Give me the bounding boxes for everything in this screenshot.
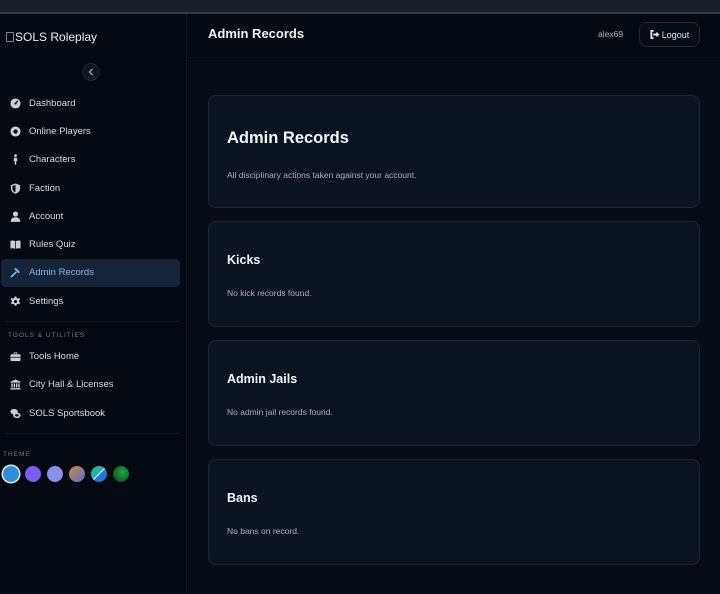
sidebar-item-label: SOLS Sportsbook <box>29 407 106 419</box>
logout-label: Logout <box>661 29 690 40</box>
logout-icon <box>650 30 659 39</box>
bans-card: Bans No bans on record. <box>208 459 700 565</box>
logout-button[interactable]: Logout <box>639 22 700 47</box>
sidebar-item-admin-records[interactable]: Admin Records <box>1 258 180 288</box>
username: alex69 <box>598 29 624 39</box>
admin-jails-heading: Admin Jails <box>227 372 298 386</box>
sidebar-item-faction[interactable]: Faction <box>0 174 186 202</box>
gavel-icon <box>9 267 21 279</box>
admin-jails-card: Admin Jails No admin jail records found. <box>208 340 700 446</box>
sidebar-item-tools-home[interactable]: Tools Home <box>0 342 186 370</box>
gear-icon <box>9 295 21 307</box>
sidebar-item-label: Account <box>29 210 64 222</box>
theme-swatches <box>3 466 129 482</box>
sidebar-item-rules-quiz[interactable]: Rules Quiz <box>0 230 186 258</box>
sidebar-item-characters[interactable]: Characters <box>0 146 186 174</box>
sidebar-divider <box>6 321 180 323</box>
sidebar-divider <box>6 433 180 435</box>
top-header: Admin Records alex69 Logout <box>188 14 720 58</box>
theme-swatch-purple[interactable] <box>25 466 41 482</box>
intro-card: Admin Records All disciplinary actions t… <box>208 95 700 208</box>
sidebar-item-label: Dashboard <box>29 97 76 109</box>
chevron-left-icon <box>88 68 93 76</box>
sidebar-item-label: Faction <box>29 182 61 194</box>
sidebar-item-account[interactable]: Account <box>0 202 186 230</box>
collapse-sidebar-button[interactable] <box>82 63 100 81</box>
broken-image-icon <box>6 32 14 42</box>
kicks-card: Kicks No kick records found. <box>208 221 700 327</box>
theme-swatch-teal[interactable] <box>91 466 107 482</box>
coins-icon <box>9 407 21 419</box>
sidebar-item-label: City Hall & Licenses <box>29 379 114 391</box>
landmark-icon <box>9 379 21 391</box>
sidebar-item-label: Rules Quiz <box>29 239 76 251</box>
sidebar-item-dashboard[interactable]: Dashboard <box>0 89 186 117</box>
sidebar-item-label: Online Players <box>29 125 91 137</box>
logo[interactable]: SOLS Roleplay <box>6 30 97 44</box>
theme-swatch-blue[interactable] <box>3 466 19 482</box>
sidebar-item-label: Settings <box>29 295 64 307</box>
bans-empty-text: No bans on record. <box>227 526 300 536</box>
theme-swatch-lavender[interactable] <box>47 466 63 482</box>
tools-section-title: TOOLS & UTILITIES <box>8 331 86 339</box>
sidebar: SOLS Roleplay Dashboard Online Players C… <box>0 14 187 594</box>
gauge-icon <box>9 97 21 109</box>
theme-swatch-sunset[interactable] <box>69 466 85 482</box>
theme-swatch-green[interactable] <box>113 466 129 482</box>
records-heading: Admin Records <box>227 129 349 147</box>
user-icon <box>9 210 21 222</box>
sidebar-item-label: Characters <box>29 154 76 166</box>
book-icon <box>9 239 21 251</box>
browser-top-strip <box>0 0 720 14</box>
sidebar-item-label: Admin Records <box>29 267 94 279</box>
toolbox-icon <box>9 351 21 363</box>
bans-heading: Bans <box>227 491 258 505</box>
records-subtitle: All disciplinary actions taken against y… <box>227 170 417 180</box>
sidebar-item-settings[interactable]: Settings <box>0 287 186 315</box>
record-icon <box>9 125 21 137</box>
shield-icon <box>9 182 21 194</box>
main-content: Admin Records All disciplinary actions t… <box>188 58 720 594</box>
sidebar-nav: Dashboard Online Players Characters Fact… <box>0 89 186 440</box>
kicks-empty-text: No kick records found. <box>227 288 312 298</box>
sidebar-item-city-hall[interactable]: City Hall & Licenses <box>0 371 186 399</box>
theme-section-title: THEME <box>3 451 31 458</box>
sidebar-item-sportsbook[interactable]: SOLS Sportsbook <box>0 399 186 427</box>
logo-alt-text: SOLS Roleplay <box>15 30 98 44</box>
page-title: Admin Records <box>208 26 305 41</box>
person-walking-icon <box>9 154 21 166</box>
sidebar-item-online-players[interactable]: Online Players <box>0 117 186 145</box>
sidebar-item-label: Tools Home <box>29 351 80 363</box>
admin-jails-empty-text: No admin jail records found. <box>227 407 333 417</box>
kicks-heading: Kicks <box>227 253 261 267</box>
